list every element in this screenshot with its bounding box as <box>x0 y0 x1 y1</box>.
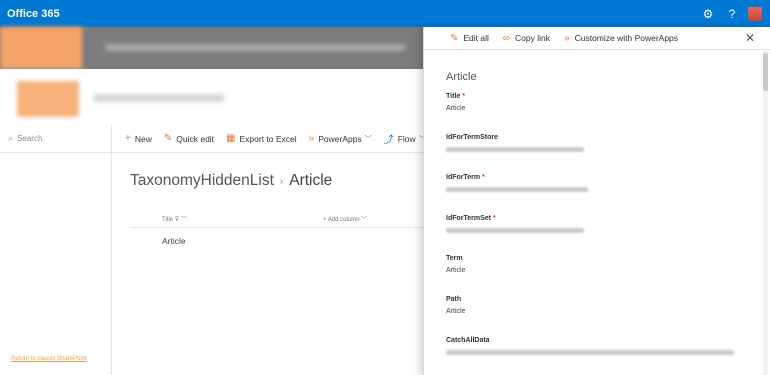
site-title-blur <box>94 94 224 102</box>
field-idfortermstore[interactable]: IdForTermStore <box>446 134 746 152</box>
edit-all-button[interactable]: ✎ Edit all <box>450 33 489 44</box>
help-icon[interactable]: ? <box>720 0 744 27</box>
customize-powerapps-button[interactable]: » Customize with PowerApps <box>564 33 678 44</box>
field-idfortermset[interactable]: IdForTermSet * <box>446 215 746 233</box>
powerapps-button[interactable]: » PowerApps ﹀ <box>309 133 372 144</box>
left-nav <box>0 125 112 375</box>
panel-title: Article <box>446 71 477 83</box>
site-nav-blur <box>105 44 405 51</box>
chevron-down-icon: ﹀ <box>364 135 372 143</box>
command-bar: + New ✎ Quick edit ▦ Export to Excel » Power… <box>113 125 426 153</box>
suite-bar: Office 365 ⚙ ? <box>0 0 770 27</box>
chevron-down-icon: ﹀ <box>180 217 187 223</box>
link-icon: ∞ <box>502 32 511 44</box>
suite-bar-right: ⚙ ? <box>696 0 770 27</box>
site-logo-blur <box>0 27 82 69</box>
add-column-button[interactable]: + Add column ﹀ <box>323 214 367 223</box>
field-value: Article <box>446 308 466 315</box>
new-button[interactable]: + New <box>125 133 152 144</box>
app-brand[interactable]: Office 365 <box>7 8 60 20</box>
flow-icon: ⤴ <box>383 135 394 146</box>
blurred-value <box>446 228 584 233</box>
search-placeholder: Search <box>17 134 43 143</box>
site-icon-blur <box>17 81 79 117</box>
flow-button[interactable]: ⤴Flow﹀ <box>383 131 426 147</box>
pencil-icon: ✎ <box>163 133 173 144</box>
list-content: TaxonomyHiddenList › Article Title ⊽ ﹀ +… <box>113 153 423 375</box>
filter-icon: ⊽ <box>174 217 180 223</box>
field-value: Article <box>446 105 466 112</box>
breadcrumb-parent[interactable]: TaxonomyHiddenList <box>130 172 274 190</box>
copy-link-button[interactable]: ∞ Copy link <box>503 33 550 44</box>
panel-toolbar: ✎ Edit all ∞ Copy link » Customize with Pow… <box>424 27 770 50</box>
gear-icon[interactable]: ⚙ <box>696 0 720 27</box>
required-marker: * <box>462 93 465 100</box>
required-marker: * <box>493 215 496 222</box>
blurred-value <box>446 147 584 152</box>
pencil-icon: ✎ <box>450 32 459 44</box>
field-value: Article <box>446 267 466 274</box>
powerapps-icon: » <box>308 133 315 144</box>
close-icon[interactable]: ✕ <box>745 31 755 45</box>
field-path[interactable]: Path Article <box>446 296 746 315</box>
chevron-down-icon: ﹀ <box>361 217 368 223</box>
column-header: Title ⊽ ﹀ + Add column ﹀ <box>130 206 423 228</box>
return-to-classic-link[interactable]: Return to classic SharePoint <box>11 356 87 362</box>
details-panel: ✎ Edit all ∞ Copy link » Customize with Pow… <box>423 27 770 375</box>
field-idforterm[interactable]: IdForTerm * <box>446 174 746 192</box>
panel-scrollbar[interactable] <box>763 51 768 375</box>
chevron-right-icon: › <box>279 175 284 187</box>
scrollbar-thumb[interactable] <box>763 53 768 91</box>
quick-edit-button[interactable]: ✎ Quick edit <box>164 133 214 144</box>
breadcrumb-current: Article <box>289 172 333 189</box>
blurred-value <box>446 350 734 355</box>
table-row[interactable]: Article <box>130 229 423 253</box>
search-box[interactable]: ⌕ Search <box>0 125 112 153</box>
field-catchalldata[interactable]: CatchAllData <box>446 337 746 355</box>
search-icon: ⌕ <box>8 133 14 143</box>
avatar[interactable] <box>748 6 762 21</box>
required-marker: * <box>482 174 485 181</box>
powerapps-icon: » <box>564 32 570 44</box>
export-excel-button[interactable]: ▦ Export to Excel <box>226 133 297 144</box>
excel-icon: ▦ <box>226 133 236 144</box>
site-title-row <box>0 69 423 125</box>
field-term[interactable]: Term Article <box>446 255 746 274</box>
field-title[interactable]: Title * Article <box>446 93 746 112</box>
blurred-value <box>446 187 588 192</box>
plus-icon: + <box>125 133 131 144</box>
row-title[interactable]: Article <box>162 236 186 246</box>
breadcrumb: TaxonomyHiddenList › Article <box>130 172 332 190</box>
column-title-header[interactable]: Title ⊽ ﹀ <box>162 214 187 223</box>
